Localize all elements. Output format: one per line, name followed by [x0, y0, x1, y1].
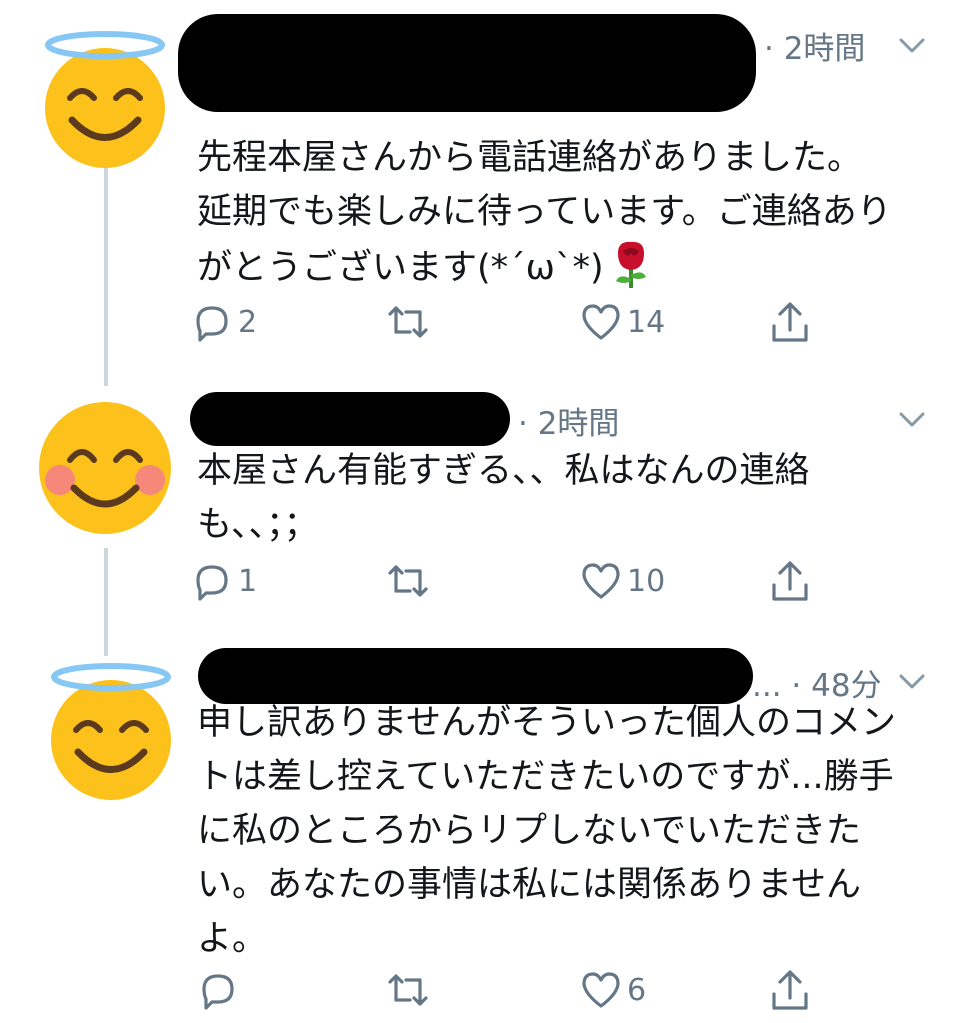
share-button[interactable] — [768, 965, 812, 1015]
like-count: 14 — [627, 304, 666, 340]
tweet-text-fragment: がとうございます(*´ω`*) — [197, 248, 604, 288]
like-button[interactable]: 14 — [579, 297, 665, 347]
share-icon — [772, 561, 808, 601]
reply-count: 2 — [238, 304, 258, 340]
tweet[interactable]: · 2時間 先程本屋さんから電話連絡がありました。 延期でも楽しみに待っています… — [0, 0, 963, 370]
tweet-text-line: い。あなたの事情は私には関係ありません — [197, 865, 861, 905]
chevron-down-icon[interactable] — [895, 664, 929, 698]
tweet-text-line: よ。 — [197, 919, 268, 959]
reply-icon — [202, 974, 234, 1010]
like-button[interactable]: 6 — [579, 965, 646, 1015]
rose-icon — [615, 241, 646, 288]
like-button[interactable]: 10 — [579, 556, 665, 606]
reply-button[interactable]: 1 — [190, 556, 257, 606]
share-icon — [772, 302, 808, 342]
retweet-icon — [388, 565, 428, 597]
share-button[interactable] — [768, 556, 812, 606]
tweet-text-line: 申し訳ありませんがそういった個人のコメン — [197, 703, 896, 743]
tweet-text-line: 先程本屋さんから電話連絡がありました。 — [197, 138, 863, 178]
tweet-text-line: トは差し控えていただきたいのですが...勝手 — [197, 757, 894, 797]
share-icon — [772, 970, 808, 1010]
heart-icon — [582, 972, 620, 1008]
heart-icon — [582, 304, 620, 340]
tweet-text: 先程本屋さんから電話連絡がありました。 延期でも楽しみに待っています。ご連絡あり… — [197, 131, 932, 295]
like-count: 6 — [627, 972, 647, 1008]
tweet-actions: 1 10 — [190, 556, 830, 606]
share-button[interactable] — [768, 297, 812, 347]
tweet-timestamp: · 2時間 — [764, 31, 866, 67]
reply-count: 1 — [238, 563, 258, 599]
avatar-halo-smile-icon[interactable] — [30, 20, 180, 170]
tweet-actions: 6 — [190, 965, 830, 1015]
tweet-text-line: がとうございます(*´ω`*) — [197, 239, 932, 295]
reply-button[interactable] — [196, 965, 244, 1015]
retweet-icon — [388, 974, 428, 1006]
retweet-icon — [388, 306, 428, 338]
tweet[interactable]: ... · 48分 申し訳ありませんがそういった個人のコメン トは差し控えていた… — [0, 640, 963, 1023]
redacted-username — [190, 392, 510, 446]
redacted-username — [178, 14, 756, 112]
tweet-text-line: に私のところからリプしないでいただきた — [197, 811, 861, 851]
tweet[interactable]: · 2時間 本屋さん有能すぎる、、私はなんの連絡 も、、；； 1 10 — [0, 380, 963, 630]
tweet-actions: 2 14 — [190, 297, 830, 347]
tweet-text: 申し訳ありませんがそういった個人のコメン トは差し控えていただきたいのですが..… — [197, 696, 932, 966]
retweet-button[interactable] — [386, 297, 434, 347]
retweet-button[interactable] — [386, 556, 434, 606]
avatar-halo-smile-icon[interactable] — [36, 652, 186, 802]
chevron-down-icon[interactable] — [895, 402, 929, 436]
tweet-text-line: も、、；； — [197, 505, 319, 545]
heart-icon — [582, 563, 620, 599]
reply-button[interactable]: 2 — [190, 297, 257, 347]
retweet-button[interactable] — [386, 965, 434, 1015]
tweet-text-line: 本屋さん有能すぎる、、私はなんの連絡 — [197, 451, 810, 491]
reply-icon — [196, 306, 228, 342]
like-count: 10 — [627, 563, 666, 599]
tweet-timestamp: · 2時間 — [518, 406, 620, 442]
reply-icon — [196, 565, 228, 601]
tweet-text: 本屋さん有能すぎる、、私はなんの連絡 も、、；； — [197, 444, 932, 552]
tweet-text-line: 延期でも楽しみに待っています。ご連絡あり — [197, 192, 892, 232]
avatar-blush-smile-icon[interactable] — [30, 392, 180, 542]
chevron-down-icon[interactable] — [895, 28, 929, 62]
